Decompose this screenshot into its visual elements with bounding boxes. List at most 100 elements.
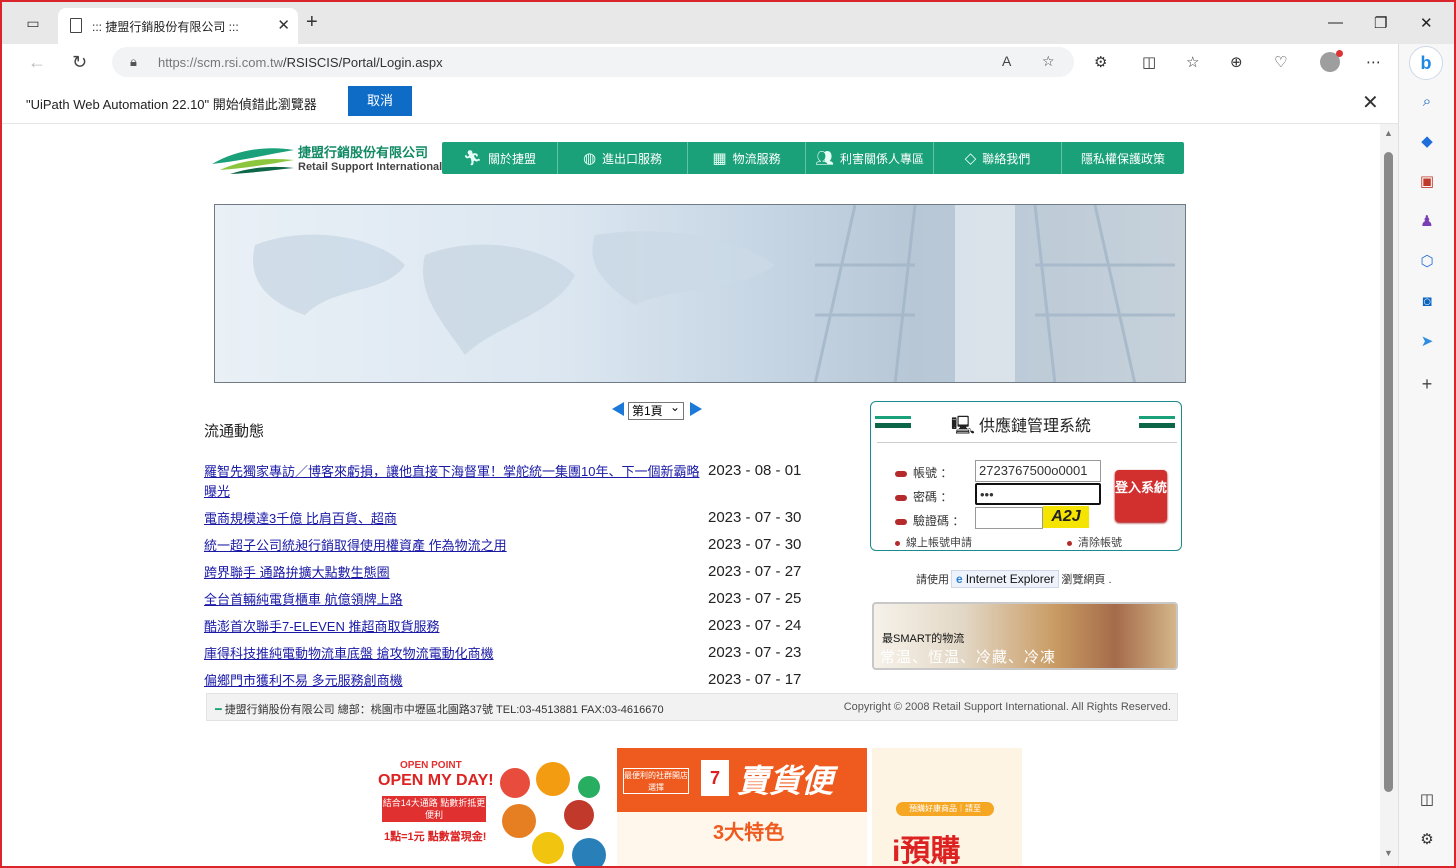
favorites-icon[interactable]: ☆ [1186,53,1199,71]
active-tab[interactable]: ::: 捷盟行銷股份有限公司 ::: ✕ [58,8,298,44]
sidebar-toggle-icon[interactable]: ◫ [1417,790,1437,810]
send-icon[interactable]: ➤ [1417,332,1437,352]
sidebar-settings-icon[interactable]: ⚙ [1417,830,1437,850]
news-item: 酷澎首次聯手7-ELEVEN 推超商取貨服務 2023 - 07 - 24 [204,617,824,644]
openpoint-ad[interactable]: OPEN POINT OPEN MY DAY! 結合14大通路 點數折抵更便利 … [372,758,612,866]
preorder-badge: 預購好康商品｜請至 [896,802,994,816]
tab-bar: ▭ ::: 捷盟行銷股份有限公司 ::: ✕ + — ❐ ✕ [2,2,1454,44]
news-date: 2023 - 08 - 01 [708,462,802,479]
openpoint-label: OPEN POINT [400,760,462,771]
openpoint-promo: 結合14大通路 點數折抵更便利 [382,796,486,822]
news-link[interactable]: 跨界聯手 通路拚擴大點數生態圈 [204,563,700,583]
profile-avatar[interactable] [1320,50,1343,72]
performance-icon[interactable]: ♡ [1274,53,1287,71]
login-divider [877,442,1177,443]
people-icon: 👥︎ [814,150,835,167]
bullet-icon [895,494,907,501]
captcha-input[interactable] [975,507,1043,529]
maihuobian-body: 3大特色 [617,812,867,866]
news-link[interactable]: 庫得科技推純電動物流車底盤 搶攻物流電動化商機 [204,644,700,664]
extensions-icon[interactable]: ⚙ [1094,53,1107,71]
account-label: 帳號 ： [895,464,952,481]
tools-briefcase-icon[interactable]: ▣ [1417,172,1437,192]
nav-import-export[interactable]: ◍ 進出口服務 [558,142,688,174]
login-submit-button[interactable]: 登入系統 [1115,470,1167,522]
back-icon[interactable]: ← [28,52,46,73]
outlook-icon[interactable]: ◙ [1417,292,1437,312]
nav-privacy[interactable]: 隱私權保護政策 [1062,142,1184,174]
smart-logistics-banner[interactable]: 最SMART的物流 常温、恆温、冷藏、冷凍 [872,602,1178,670]
news-link[interactable]: 全台首輛純電貨櫃車 航億領牌上路 [204,590,700,610]
page-icon [70,18,82,33]
globe-icon: ◍ [582,150,597,167]
read-aloud-icon[interactable]: A [1002,53,1011,69]
news-link[interactable]: 電商規模達3千億 比肩百貨、超商 [204,509,700,529]
close-window-icon[interactable]: ✕ [1420,14,1433,32]
search-icon[interactable]: ⌕ [1417,92,1437,112]
games-icon[interactable]: ♟ [1417,212,1437,232]
seven-eleven-logo: 7 [701,760,729,796]
bing-chat-icon[interactable]: b [1409,46,1443,80]
brand-circle [500,768,530,798]
split-screen-icon[interactable]: ◫ [1142,53,1156,71]
scm-login-box: 🖳 供應鏈管理系統 帳號 ： 2723767500o0001 密碼 ： ••• 驗… [870,401,1182,551]
apply-account-link[interactable]: 線上帳號申請 [895,534,972,550]
diamond-icon: ◇ [964,150,977,167]
more-menu-icon[interactable]: ⋯ [1366,53,1381,71]
edge-sidebar: b ⌕ ◆ ▣ ♟ ⬡ ◙ ➤ + ◫ ⚙ [1398,44,1454,866]
company-logo[interactable]: 捷盟行銷股份有限公司 Retail Support International [210,142,446,176]
bullet-icon [895,470,907,477]
shopping-tag-icon[interactable]: ◆ [1417,132,1437,152]
debug-infobar: "UiPath Web Automation 22.10" 開始偵錯此瀏覽器 取… [2,80,1398,124]
logo-english-name: Retail Support International [298,161,443,173]
tab-title: ::: 捷盟行銷股份有限公司 ::: [92,20,239,34]
clear-account-link[interactable]: 清除帳號 [1067,534,1122,550]
page-select[interactable]: 第1頁 [628,399,684,420]
news-link[interactable]: 統一超子公司統昶行銷取得使用權資產 作為物流之用 [204,536,700,556]
password-input[interactable]: ••• [975,483,1101,505]
ie-notice: 請使用 e Internet Explorer 瀏覽網頁 . [916,570,1112,588]
news-link[interactable]: 偏鄉門市獲利不易 多元服務創商機 [204,671,700,691]
three-features-label: 3大特色 [713,822,785,844]
ipreorder-ad[interactable]: 預購好康商品｜請至 i預購 [872,748,1022,866]
close-infobar-icon[interactable]: ✕ [1362,90,1379,115]
minimize-icon[interactable]: — [1328,14,1343,31]
brand-circle [536,762,570,796]
news-link[interactable]: 酷澎首次聯手7-ELEVEN 推超商取貨服務 [204,617,700,637]
collections-icon[interactable]: ⊕ [1230,53,1243,71]
lock-icon[interactable]: 🔒︎ [130,54,137,70]
next-page-icon[interactable] [690,402,702,416]
new-tab-icon[interactable]: + [306,12,318,32]
web-page: 捷盟行銷股份有限公司 Retail Support International … [4,124,1380,866]
scroll-down-icon[interactable]: ▼ [1384,848,1393,858]
prev-page-icon[interactable] [612,402,624,416]
microsoft365-icon[interactable]: ⬡ [1417,252,1437,272]
favorite-star-icon[interactable]: ☆ [1042,53,1055,70]
refresh-icon[interactable]: ↻ [72,52,87,73]
url-text[interactable]: https://scm.rsi.com.tw/RSISCIS/Portal/Lo… [158,55,443,70]
restore-icon[interactable]: ❐ [1374,14,1387,32]
nav-about[interactable]: 🏃︎ 關於捷盟 [442,142,558,174]
captcha-image: A2J [1043,506,1089,528]
password-label: 密碼 ： [895,488,952,505]
page-scrollbar[interactable]: ▲ ▼ [1380,124,1398,866]
login-title: 🖳 供應鏈管理系統 [951,415,1092,435]
url-field[interactable]: 🔒︎ https://scm.rsi.com.tw/RSISCIS/Portal… [112,47,1074,77]
add-sidebar-app-icon[interactable]: + [1417,374,1437,394]
account-input[interactable]: 2723767500o0001 [975,460,1101,482]
logo-chinese-name: 捷盟行銷股份有限公司 [298,145,429,160]
scroll-thumb[interactable] [1384,152,1393,792]
tab-actions-icon[interactable]: ▭ [24,14,42,32]
bullet-icon [895,518,907,525]
news-link[interactable]: 羅智先獨家專訪／博客來虧損，讓他直接下海督軍！掌舵統一集團10年、下一個新霸略曝… [204,462,700,502]
ie-badge: e Internet Explorer [951,570,1060,588]
nav-stakeholders[interactable]: 👥︎ 利害關係人專區 [806,142,934,174]
scroll-up-icon[interactable]: ▲ [1384,128,1393,138]
nav-contact[interactable]: ◇ 聯絡我們 [934,142,1062,174]
nav-logistics[interactable]: ▦ 物流服務 [688,142,806,174]
cancel-debug-button[interactable]: 取消 [348,86,412,116]
title-bar-right [1139,416,1175,428]
banner-art [253,205,1175,382]
maihuobian-ad[interactable]: 最便利的社群開店選擇 7 賣貨便 3大特色 [617,748,867,866]
close-tab-icon[interactable]: ✕ [277,16,290,34]
